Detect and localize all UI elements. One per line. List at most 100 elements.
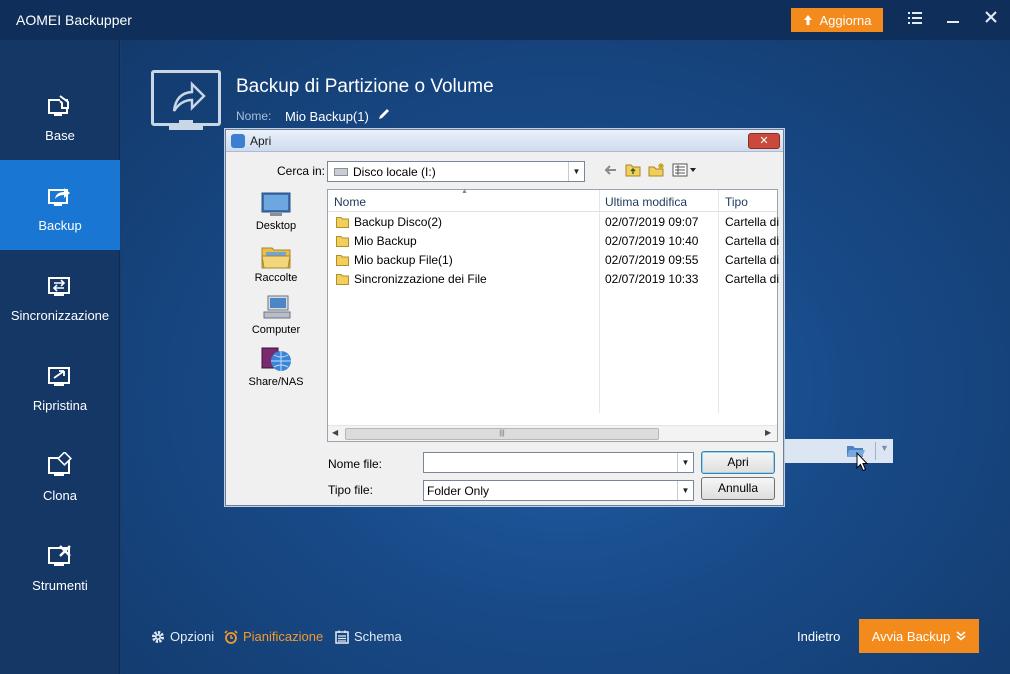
- sidebar-item-label: Clona: [43, 488, 77, 503]
- list-item[interactable]: Sincronizzazione dei File 02/07/2019 10:…: [328, 270, 780, 289]
- sidebar-item-label: Base: [45, 128, 75, 143]
- sidebar-item-sync[interactable]: Sincronizzazione: [0, 250, 120, 340]
- item-type: Cartella di: [725, 253, 780, 267]
- sidebar-item-label: Sincronizzazione: [10, 308, 110, 323]
- backup-monitor-icon: [151, 70, 221, 126]
- gear-icon: [152, 630, 164, 643]
- chevron-down-icon[interactable]: ▼: [568, 162, 584, 181]
- folder-icon: [336, 255, 349, 266]
- sort-ascending-icon: ▲: [461, 188, 468, 195]
- item-name: Mio backup File(1): [354, 253, 453, 267]
- folder-icon: [336, 236, 349, 247]
- column-header-name[interactable]: Nome: [334, 195, 366, 209]
- filename-label: Nome file:: [328, 457, 383, 471]
- list-item[interactable]: Backup Disco(2) 02/07/2019 09:07 Cartell…: [328, 213, 780, 232]
- sidebar-item-backup[interactable]: Backup: [0, 160, 120, 250]
- sidebar-item-clone[interactable]: Clona: [0, 430, 120, 520]
- destination-path-field[interactable]: ▼: [784, 439, 893, 463]
- dialog-title-bar[interactable]: Apri ✕: [226, 130, 783, 152]
- alarm-clock-icon: [224, 629, 238, 644]
- horizontal-scrollbar[interactable]: ◀ ||| ▶: [328, 425, 777, 441]
- sidebar-item-restore[interactable]: Ripristina: [0, 340, 120, 430]
- schedule-link[interactable]: Pianificazione: [224, 629, 323, 644]
- scrollbar-thumb[interactable]: |||: [345, 428, 659, 440]
- chevron-down-icon[interactable]: ▼: [880, 443, 889, 453]
- place-desktop[interactable]: Desktop: [241, 190, 311, 232]
- network-globe-icon: [261, 347, 291, 371]
- clone-monitor-icon: [48, 452, 72, 476]
- close-icon[interactable]: [981, 10, 1001, 30]
- app-title: AOMEI Backupper: [16, 12, 132, 28]
- place-label: Share/NAS: [248, 376, 304, 388]
- filetype-select[interactable]: Folder Only ▼: [423, 480, 694, 501]
- upgrade-arrow-icon: [804, 15, 813, 25]
- home-monitor-icon: [48, 95, 69, 116]
- item-modified: 02/07/2019 09:07: [605, 215, 699, 229]
- filename-input[interactable]: ▼: [423, 452, 694, 473]
- item-modified: 02/07/2019 10:33: [605, 272, 699, 286]
- list-item[interactable]: Mio Backup 02/07/2019 10:40 Cartella di: [328, 232, 780, 251]
- libraries-icon: [261, 247, 291, 269]
- backup-name: Mio Backup(1): [285, 109, 369, 124]
- item-name: Mio Backup: [354, 234, 417, 248]
- app-icon: [231, 134, 245, 148]
- chevron-down-icon[interactable]: ▼: [677, 453, 693, 472]
- monitor-base: [169, 126, 203, 130]
- file-list: ▲ Nome Ultima modifica Tipo Backup Disco…: [327, 188, 780, 442]
- item-modified: 02/07/2019 09:55: [605, 253, 699, 267]
- view-menu-icon[interactable]: [672, 163, 698, 177]
- scheme-label: Schema: [354, 629, 402, 644]
- pencil-icon[interactable]: [377, 107, 391, 121]
- place-label: Computer: [251, 324, 301, 336]
- open-button[interactable]: Apri: [701, 451, 775, 474]
- computer-icon: [263, 295, 291, 319]
- up-folder-icon[interactable]: [625, 163, 641, 177]
- cancel-button[interactable]: Annulla: [701, 477, 775, 500]
- item-type: Cartella di: [725, 272, 780, 286]
- double-chevron-down-icon: [956, 631, 966, 641]
- item-name: Backup Disco(2): [354, 215, 443, 229]
- mouse-cursor-icon: [856, 452, 868, 472]
- chevron-down-icon[interactable]: ▼: [677, 481, 693, 500]
- look-in-select[interactable]: Disco locale (I:) ▼: [327, 161, 585, 182]
- desktop-icon: [261, 192, 291, 216]
- list-header: ▲ Nome Ultima modifica Tipo: [328, 188, 777, 212]
- sidebar-item-tools[interactable]: Strumenti: [0, 520, 120, 610]
- tools-monitor-icon: [48, 545, 71, 566]
- options-label: Opzioni: [170, 629, 215, 644]
- restore-monitor-icon: [48, 367, 70, 386]
- new-folder-icon[interactable]: [648, 163, 666, 177]
- scroll-left-icon[interactable]: ◀: [332, 428, 338, 437]
- name-label: Nome:: [236, 109, 272, 123]
- list-item[interactable]: Mio backup File(1) 02/07/2019 09:55 Cart…: [328, 251, 780, 270]
- calendar-list-icon: [335, 630, 349, 644]
- start-backup-button[interactable]: Avvia Backup: [859, 619, 979, 653]
- menu-icon[interactable]: [905, 10, 925, 30]
- place-label: Desktop: [255, 220, 297, 232]
- folder-icon: [336, 217, 349, 228]
- upgrade-button[interactable]: Aggiorna: [791, 8, 883, 32]
- place-share-nas[interactable]: Share/NAS: [241, 346, 311, 388]
- filetype-label: Tipo file:: [328, 483, 373, 497]
- place-label: Raccolte: [254, 272, 298, 284]
- item-type: Cartella di: [725, 234, 780, 248]
- scroll-right-icon[interactable]: ▶: [765, 428, 771, 437]
- back-arrow-icon[interactable]: [603, 163, 617, 177]
- place-computer[interactable]: Computer: [241, 294, 311, 336]
- start-backup-label: Avvia Backup: [871, 628, 951, 644]
- column-header-type[interactable]: Tipo: [725, 195, 748, 209]
- minimize-icon[interactable]: [943, 10, 963, 30]
- page-title: Backup di Partizione o Volume: [236, 76, 494, 97]
- column-header-modified[interactable]: Ultima modifica: [605, 195, 687, 209]
- back-button[interactable]: Indietro: [797, 629, 840, 644]
- dialog-close-button[interactable]: ✕: [748, 133, 780, 149]
- sidebar-item-label: Ripristina: [32, 398, 88, 413]
- place-libraries[interactable]: Raccolte: [241, 242, 311, 284]
- title-bar: AOMEI Backupper Aggiorna: [0, 0, 1010, 40]
- scheme-link[interactable]: Schema: [335, 629, 402, 644]
- options-link[interactable]: Opzioni: [151, 629, 214, 644]
- sidebar-item-base[interactable]: Base: [0, 70, 120, 160]
- upgrade-label: Aggiorna: [819, 12, 872, 28]
- dialog-title: Apri: [250, 134, 272, 148]
- item-type: Cartella di: [725, 215, 780, 229]
